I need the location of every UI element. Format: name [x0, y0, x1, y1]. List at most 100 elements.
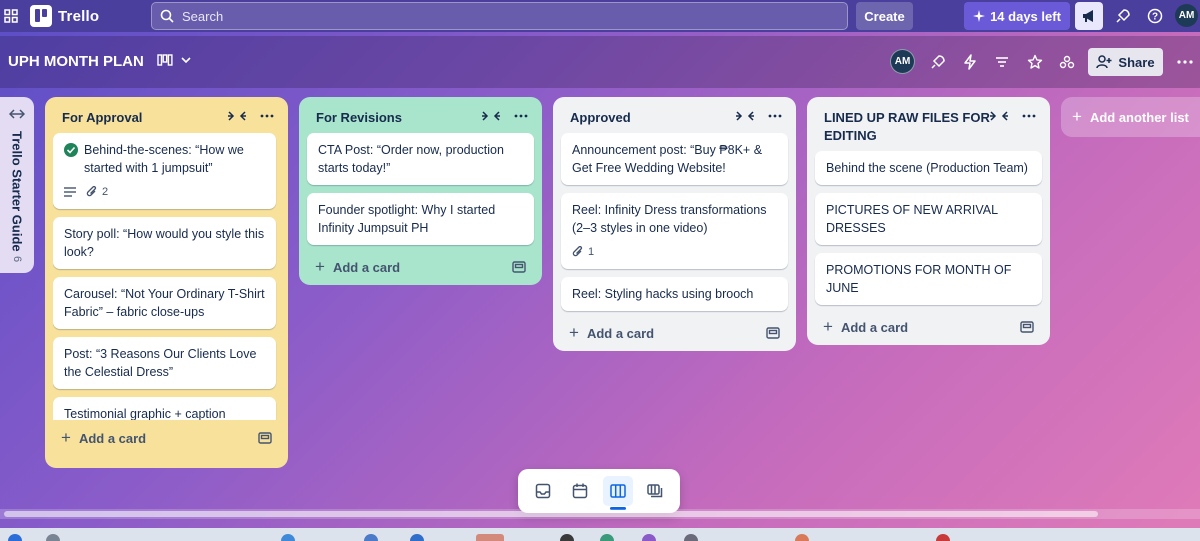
card-badges: 2	[64, 183, 265, 201]
star-icon[interactable]	[1026, 53, 1044, 71]
inbox-view-button[interactable]	[528, 476, 558, 506]
list-title[interactable]: Approved	[570, 109, 736, 127]
card[interactable]: Announcement post: “Buy ₱8K+ & Get Free …	[561, 133, 788, 185]
mail-taskbar-icon[interactable]	[410, 534, 424, 541]
board-header: UPH MONTH PLAN AM Share	[0, 36, 1200, 88]
card-template-icon[interactable]	[766, 327, 780, 339]
check-complete-icon[interactable]	[64, 143, 78, 177]
trial-days-button[interactable]: 14 days left	[964, 2, 1070, 30]
visibility-icon[interactable]	[1058, 53, 1076, 71]
user-avatar[interactable]: AM	[1175, 4, 1198, 27]
app-taskbar-icon[interactable]	[364, 534, 378, 541]
app-taskbar-icon[interactable]	[936, 534, 950, 541]
app-taskbar-icon[interactable]	[684, 534, 698, 541]
collapsed-list-title: Trello Starter Guide	[9, 131, 25, 252]
list-title[interactable]: LINED UP RAW FILES FOR EDITING	[824, 109, 990, 145]
share-button[interactable]: Share	[1088, 48, 1163, 76]
add-card-button[interactable]: + Add a card	[561, 319, 788, 351]
board-view-switcher[interactable]	[157, 54, 191, 66]
collapse-list-icon[interactable]	[228, 111, 246, 121]
app-taskbar-icon[interactable]	[560, 534, 574, 541]
create-button[interactable]: Create	[856, 2, 913, 30]
megaphone-button[interactable]	[1075, 2, 1103, 30]
card-title: Carousel: “Not Your Ordinary T-Shirt Fab…	[64, 287, 265, 319]
board-horizontal-scrollbar[interactable]	[0, 509, 1200, 519]
search-input[interactable]	[182, 8, 782, 24]
list-lined-up-raw-files: LINED UP RAW FILES FOR EDITING Behind th…	[807, 97, 1050, 345]
help-icon[interactable]: ?	[1146, 7, 1164, 25]
card[interactable]: Post: “3 Reasons Our Clients Love the Ce…	[53, 337, 276, 389]
card[interactable]: Story poll: “How would you style this lo…	[53, 217, 276, 269]
card[interactable]: Reel: Infinity Dress transformations (2–…	[561, 193, 788, 269]
collapsed-list-starter-guide[interactable]: Trello Starter Guide 6	[0, 97, 34, 273]
paperclip-icon	[572, 246, 584, 258]
plus-icon: +	[1072, 107, 1082, 126]
trello-logo[interactable]: Trello	[30, 5, 99, 27]
board-member-avatar[interactable]: AM	[890, 49, 915, 74]
app-taskbar-icon[interactable]	[642, 534, 656, 541]
card-title: PROMOTIONS FOR MONTH OF JUNE	[826, 263, 1012, 295]
os-taskbar	[0, 528, 1200, 541]
list-for-revisions: For Revisions CTA Post: “Order now, prod…	[299, 97, 542, 285]
plus-icon: +	[61, 428, 71, 447]
add-card-label: Add a card	[78, 430, 147, 446]
card-title: Reel: Styling hacks using brooch	[572, 287, 754, 301]
expand-list-icon[interactable]	[9, 109, 25, 119]
inbox-icon	[535, 483, 551, 499]
power-ups-icon[interactable]	[929, 53, 947, 71]
list-header: LINED UP RAW FILES FOR EDITING	[815, 97, 1042, 151]
list-title[interactable]: For Approval	[62, 109, 228, 127]
app-taskbar-icon[interactable]	[600, 534, 614, 541]
list-title[interactable]: For Revisions	[316, 109, 482, 127]
card[interactable]: Testimonial graphic + caption	[53, 397, 276, 420]
start-icon[interactable]	[8, 534, 22, 541]
add-card-button[interactable]: + Add a card	[53, 420, 280, 456]
more-options-icon[interactable]	[1176, 53, 1194, 71]
card[interactable]: Carousel: “Not Your Ordinary T-Shirt Fab…	[53, 277, 276, 329]
switch-boards-icon	[647, 484, 663, 498]
board-scrollbar-thumb[interactable]	[4, 511, 1098, 517]
card-title: Announcement post: “Buy ₱8K+ & Get Free …	[572, 143, 763, 175]
collapse-list-icon[interactable]	[736, 111, 754, 121]
search-taskbar-icon[interactable]	[46, 534, 60, 541]
card-template-icon[interactable]	[512, 261, 526, 273]
card[interactable]: Behind-the-scenes: “How we started with …	[53, 133, 276, 209]
add-card-button[interactable]: + Add a card	[815, 313, 1042, 345]
app-taskbar-icon[interactable]	[281, 534, 295, 541]
svg-text:?: ?	[1152, 12, 1158, 23]
list-for-approval: For Approval Behind-the-scenes: “How we …	[45, 97, 288, 468]
list-more-icon[interactable]	[1022, 114, 1036, 118]
card-template-icon[interactable]	[1020, 321, 1034, 333]
list-more-icon[interactable]	[768, 114, 782, 118]
switch-boards-button[interactable]	[640, 476, 670, 506]
card[interactable]: CTA Post: “Order now, production starts …	[307, 133, 534, 185]
card[interactable]: PICTURES OF NEW ARRIVAL DRESSES	[815, 193, 1042, 245]
automation-icon[interactable]	[961, 53, 979, 71]
app-taskbar-icon[interactable]	[476, 534, 504, 541]
app-switcher-icon[interactable]	[4, 9, 18, 23]
collapse-list-icon[interactable]	[990, 111, 1008, 121]
filter-icon[interactable]	[993, 53, 1011, 71]
card[interactable]: PROMOTIONS FOR MONTH OF JUNE	[815, 253, 1042, 305]
board-title[interactable]: UPH MONTH PLAN	[8, 53, 144, 70]
add-another-list-button[interactable]: + Add another list	[1061, 97, 1200, 137]
card[interactable]: Reel: Styling hacks using brooch	[561, 277, 788, 311]
app-taskbar-icon[interactable]	[795, 534, 809, 541]
board-view-button[interactable]	[602, 476, 633, 510]
list-more-icon[interactable]	[514, 114, 528, 118]
rocket-icon[interactable]	[1114, 7, 1132, 25]
card[interactable]: Behind the scene (Production Team)	[815, 151, 1042, 185]
add-card-label: Add a card	[840, 319, 909, 335]
collapse-list-icon[interactable]	[482, 111, 500, 121]
plus-icon: +	[823, 317, 833, 336]
planner-view-button[interactable]	[565, 476, 595, 506]
search-box[interactable]	[151, 2, 848, 30]
attachment-count: 2	[102, 186, 109, 198]
list-more-icon[interactable]	[260, 114, 274, 118]
card-template-icon[interactable]	[258, 432, 272, 444]
search-icon	[160, 9, 174, 23]
card-title: PICTURES OF NEW ARRIVAL DRESSES	[826, 203, 998, 235]
chevron-down-icon	[181, 56, 191, 64]
add-card-button[interactable]: + Add a card	[307, 253, 534, 285]
card[interactable]: Founder spotlight: Why I started Infinit…	[307, 193, 534, 245]
